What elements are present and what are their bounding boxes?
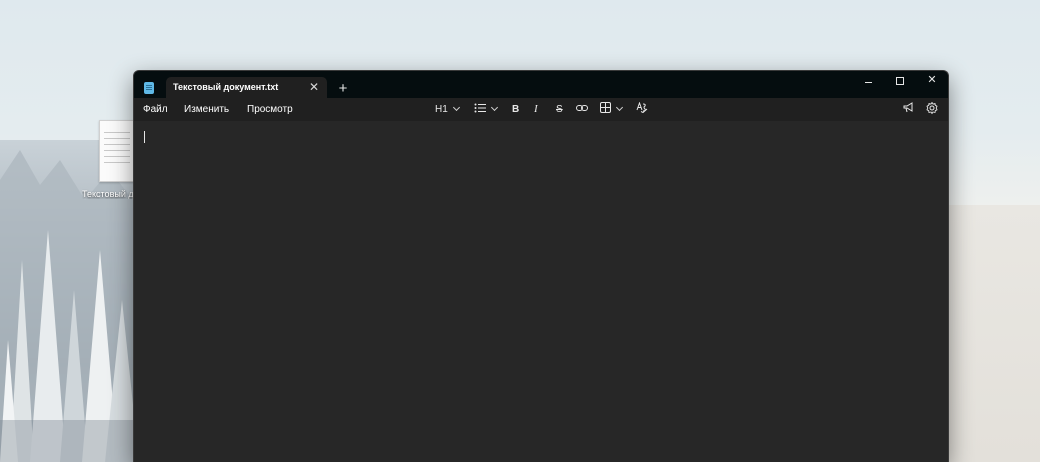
menu-view[interactable]: Просмотр <box>247 104 293 115</box>
spellcheck-icon <box>636 101 648 114</box>
strikethrough-button[interactable]: S <box>556 102 563 117</box>
notepad-window: Текстовый документ.txt ✕ + ✕ Файл Измени… <box>133 70 949 462</box>
settings-button[interactable] <box>926 101 938 117</box>
tab-title: Текстовый документ.txt <box>173 82 279 92</box>
table-dropdown[interactable] <box>600 102 624 117</box>
maximize-button[interactable] <box>884 71 916 91</box>
notepad-app-icon <box>144 82 154 94</box>
spellcheck-button[interactable] <box>636 101 648 117</box>
close-window-button[interactable]: ✕ <box>916 71 948 91</box>
misty-horizon <box>946 205 1040 462</box>
text-editor[interactable] <box>134 121 948 462</box>
link-icon <box>576 105 588 111</box>
new-tab-button[interactable]: + <box>334 80 352 98</box>
title-bar[interactable]: Текстовый документ.txt ✕ + ✕ <box>134 71 948 98</box>
chevron-down-icon <box>452 103 460 112</box>
gear-icon <box>926 101 938 115</box>
close-tab-icon[interactable]: ✕ <box>307 80 321 94</box>
list-dropdown[interactable] <box>474 102 499 117</box>
heading-dropdown[interactable]: H1 <box>435 102 460 117</box>
list-icon <box>474 103 486 113</box>
megaphone-icon <box>903 102 913 113</box>
menu-file[interactable]: Файл <box>143 104 168 115</box>
maximize-icon <box>896 77 904 85</box>
menu-edit[interactable]: Изменить <box>184 104 229 115</box>
chevron-down-icon <box>490 103 499 112</box>
chevron-down-icon <box>615 103 624 112</box>
text-caret <box>144 131 145 143</box>
tab-document[interactable]: Текстовый документ.txt ✕ <box>166 77 327 98</box>
italic-button[interactable]: I <box>534 102 538 117</box>
heading-label: H1 <box>435 104 448 115</box>
whats-new-button[interactable] <box>903 102 915 117</box>
table-icon <box>600 102 611 113</box>
text-file-icon <box>99 120 137 182</box>
link-button[interactable] <box>576 102 588 117</box>
minimize-button[interactable] <box>852 71 884 91</box>
menu-bar: Файл Изменить Просмотр H1 B I S <box>134 98 948 131</box>
minimize-icon <box>864 82 872 83</box>
bold-button[interactable]: B <box>512 102 519 117</box>
